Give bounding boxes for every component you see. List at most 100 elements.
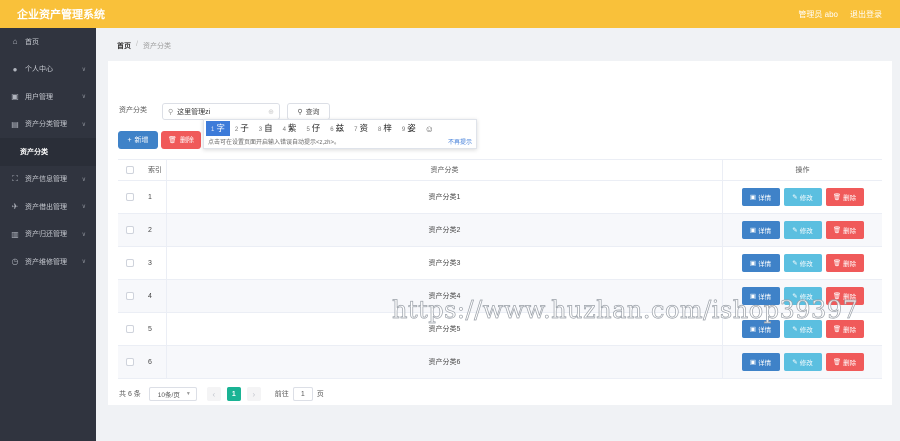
detail-button[interactable]: ▣ 详情 [741,320,780,338]
chevron-down-icon: ∨ [81,231,86,238]
search-icon: ⚲ [297,108,303,116]
goto-label: 前往 [274,391,289,398]
edit-button[interactable]: ✎ 修改 [783,320,822,338]
select-all-checkbox[interactable] [126,166,134,174]
row-index: 2 [148,226,152,234]
remove-label: 删除 [843,327,857,334]
next-page-button[interactable]: › [246,387,261,401]
row-delete-button[interactable]: 🗑 删除 [825,287,864,305]
row-index: 6 [148,358,152,366]
add-button[interactable]: + 新增 [118,131,158,149]
emoji-icon[interactable]: ☺ [425,124,434,134]
edit-label: 修改 [799,261,813,268]
current-user-label[interactable]: 管理员 abo [798,9,838,20]
row-checkbox[interactable] [126,325,134,333]
sidebar-item-3[interactable]: ▤ 资产分类管理 ∨ [0,111,96,139]
detail-label: 详情 [758,261,772,268]
sidebar-item-2[interactable]: ▣ 用户管理 ∨ [0,83,96,111]
ime-candidate-char: 紫 [287,123,297,133]
ime-candidate[interactable]: 3自 [254,121,278,136]
chevron-down-icon: ∨ [81,94,86,101]
ime-candidate[interactable]: 1字 [206,121,230,136]
sidebar-item-1[interactable]: ● 个人中心 ∨ [0,56,96,84]
row-delete-button[interactable]: 🗑 删除 [825,221,864,239]
bulk-delete-button[interactable]: 🗑 删除 [161,131,201,149]
ime-candidate[interactable]: 4紫 [278,121,302,136]
row-delete-button[interactable]: 🗑 删除 [825,320,864,338]
row-checkbox[interactable] [126,292,134,300]
row-delete-button[interactable]: 🗑 删除 [825,188,864,206]
detail-icon: ▣ [749,359,757,366]
sidebar-item-6[interactable]: ✈ 资产借出管理 ∨ [0,193,96,221]
clear-icon[interactable]: ⊕ [268,108,274,116]
category-table: 索引 资产分类 操作 1 资产分类1 ▣ 详情 ✎ 修改 🗑 删除 2 资产分类2 ▣ 详情 ✎ 修改 🗑 删… [118,159,882,379]
ime-candidate-char: 资 [359,123,369,133]
ime-candidate[interactable]: 8梓 [373,121,397,136]
row-delete-button[interactable]: 🗑 删除 [825,353,864,371]
ime-candidate[interactable]: 7资 [349,121,373,136]
ime-candidate-char: 子 [240,123,249,133]
detail-button[interactable]: ▣ 详情 [741,221,780,239]
main-content: 首页 / 资产分类 资产分类 ⚲ ⊕ ⚲ 查询 + 新增 🗑 删除 1字2子3自… [96,28,900,441]
table-row: 1 资产分类1 ▣ 详情 ✎ 修改 🗑 删除 [118,181,882,214]
sidebar-item-7[interactable]: ▥ 资产归还管理 ∨ [0,221,96,249]
row-index: 3 [148,259,152,267]
row-delete-button[interactable]: 🗑 删除 [825,254,864,272]
logout-link[interactable]: 退出登录 [850,9,882,20]
edit-button[interactable]: ✎ 修改 [783,221,822,239]
edit-icon: ✎ [792,293,798,300]
edit-button[interactable]: ✎ 修改 [783,353,822,371]
ime-candidate[interactable]: 2子 [230,121,254,136]
detail-icon: ▣ [749,194,757,201]
row-checkbox[interactable] [126,259,134,267]
edit-icon: ✎ [792,260,798,267]
repair-icon: ◷ [11,257,19,267]
edit-button[interactable]: ✎ 修改 [783,254,822,272]
pagination: 共 6 条 10条/页 ▼ ‹ 1 › 前往 1 页 [119,387,324,401]
row-name: 资产分类1 [166,181,722,213]
sidebar-item-label: 资产维修管理 [25,258,67,266]
ime-hint-row: 点击可在设置页面开启输入错误自动提示<z,zh>。 不再提示 [204,137,476,146]
detail-icon: ▣ [749,227,757,234]
edit-button[interactable]: ✎ 修改 [783,188,822,206]
sidebar-item-5[interactable]: ⛶ 资产信息管理 ∨ [0,166,96,194]
ime-candidate-char: 兹 [335,123,345,133]
row-checkbox[interactable] [126,193,134,201]
sidebar: ⌂ 首页 ● 个人中心 ∨ ▣ 用户管理 ∨ ▤ 资产分类管理 ∨ 资产分类 ⛶ 资产信息管理 ∨ ✈ 资产借出… [0,28,96,441]
ime-candidate-number: 8 [378,127,382,133]
ime-candidate[interactable]: 9姿 [397,121,421,136]
sidebar-item-label: 个人中心 [25,66,53,74]
search-label: 资产分类 [119,107,147,114]
query-button[interactable]: ⚲ 查询 [287,103,330,120]
search-input[interactable] [177,108,258,115]
edit-button[interactable]: ✎ 修改 [783,287,822,305]
sidebar-item-label: 资产信息管理 [25,176,67,184]
breadcrumb-home[interactable]: 首页 [117,41,131,51]
add-button-label: 新增 [134,137,149,144]
detail-button[interactable]: ▣ 详情 [741,188,780,206]
prev-page-button[interactable]: ‹ [206,387,221,401]
sidebar-item-4[interactable]: 资产分类 [0,138,96,166]
chevron-down-icon: ∨ [81,259,86,266]
goto-page-input[interactable]: 1 [292,387,313,401]
chevron-down-icon: ∨ [81,66,86,73]
edit-label: 修改 [799,294,813,301]
row-checkbox[interactable] [126,226,134,234]
ime-candidate[interactable]: 5仔 [301,121,325,136]
delete-button-label: 删除 [179,137,194,144]
search-field[interactable]: ⚲ ⊕ [162,103,280,120]
detail-button[interactable]: ▣ 详情 [741,254,780,272]
sidebar-item-0[interactable]: ⌂ 首页 [0,28,96,56]
detail-button[interactable]: ▣ 详情 [741,287,780,305]
page-size-select[interactable]: 10条/页 ▼ [148,387,197,401]
sidebar-item-8[interactable]: ◷ 资产维修管理 ∨ [0,248,96,276]
ime-dismiss-link[interactable]: 不再提示 [448,137,472,146]
ime-candidate-char: 字 [216,123,225,133]
home-icon: ⌂ [12,37,18,47]
page-button-current[interactable]: 1 [226,387,241,401]
breadcrumb: 首页 / 资产分类 [117,41,171,51]
row-checkbox[interactable] [126,358,134,366]
detail-button[interactable]: ▣ 详情 [741,353,780,371]
ime-candidate[interactable]: 6兹 [325,121,349,136]
category-icon: ▤ [11,119,19,129]
